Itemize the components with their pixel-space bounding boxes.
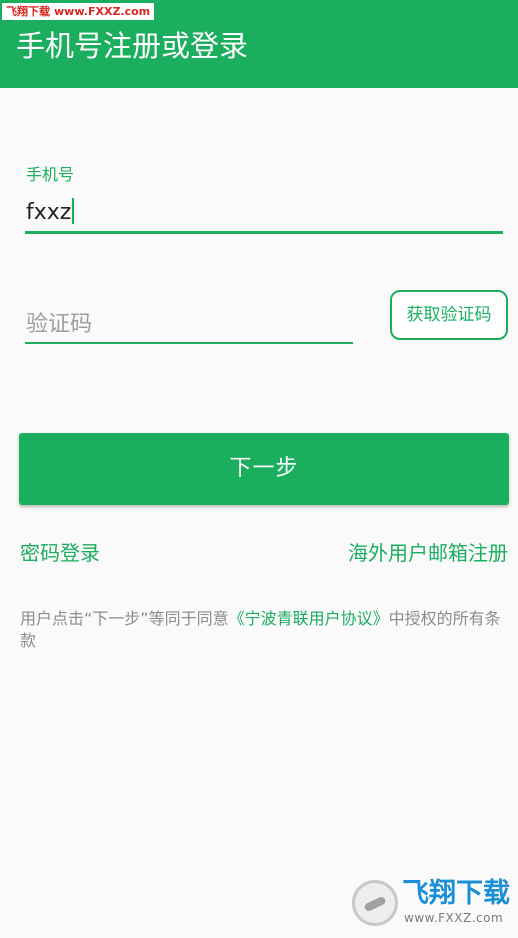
- page-title: 手机号注册或登录: [16, 29, 249, 63]
- agreement-text: 用户点击“下一步”等同于同意《宁波青联用户协议》中授权的所有条款: [20, 608, 506, 652]
- next-step-button[interactable]: 下一步: [19, 433, 509, 505]
- watermark-top: 飞翔下载 www.FXXZ.com: [2, 3, 155, 20]
- phone-input-value: fxxz: [26, 200, 72, 225]
- watermark-bottom-site: www.FXXZ.com: [404, 911, 504, 925]
- agreement-prefix: 用户点击“下一步”等同于同意: [20, 609, 229, 628]
- watermark-logo-icon: [352, 880, 398, 926]
- watermark-top-site: www.FXXZ.com: [54, 5, 151, 18]
- text-cursor: [72, 198, 75, 224]
- overseas-email-register-link[interactable]: 海外用户邮箱注册: [348, 539, 508, 567]
- verification-code-underline: [25, 342, 353, 344]
- phone-input-underline: [25, 231, 503, 234]
- watermark-bottom: 飞翔下载 www.FXXZ.com: [352, 878, 512, 930]
- password-login-link[interactable]: 密码登录: [20, 539, 100, 567]
- get-code-button[interactable]: 获取验证码: [390, 290, 508, 340]
- watermark-top-brand: 飞翔下载: [6, 5, 50, 18]
- user-agreement-link[interactable]: 《宁波青联用户协议》: [229, 609, 389, 628]
- watermark-bottom-brand: 飞翔下载: [402, 878, 510, 909]
- phone-field-label: 手机号: [26, 165, 75, 184]
- phone-input[interactable]: fxxz: [26, 198, 75, 228]
- verification-code-input[interactable]: [26, 308, 346, 340]
